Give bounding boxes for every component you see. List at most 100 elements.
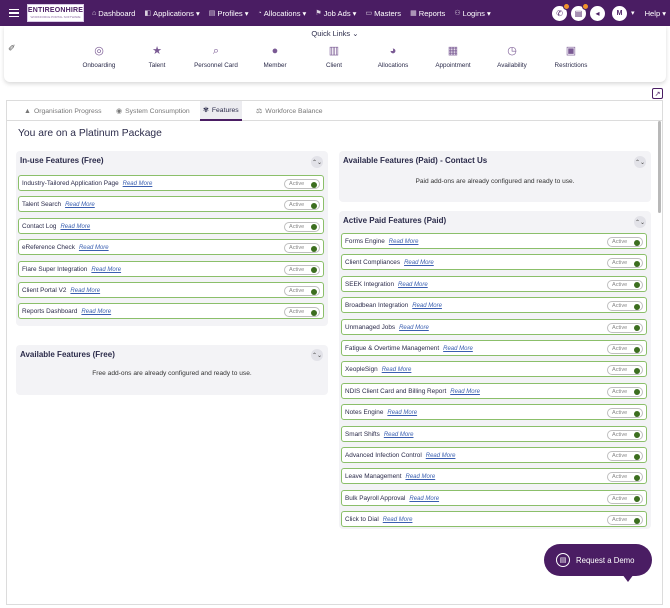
active-label: Active — [289, 266, 305, 273]
read-more-link[interactable]: Read More — [91, 267, 121, 273]
feature-name: Client Compliances — [345, 259, 401, 267]
read-more-link[interactable]: Read More — [443, 346, 473, 352]
read-more-link[interactable]: Read More — [387, 410, 417, 416]
external-link-icon[interactable]: ↗ — [652, 88, 663, 99]
nav-item-profiles[interactable]: ▤ Profiles ▾ — [209, 9, 249, 18]
active-toggle[interactable]: Active — [607, 301, 643, 312]
read-more-link[interactable]: Read More — [81, 309, 111, 315]
active-toggle[interactable]: Active — [607, 429, 643, 440]
available-free-card: Available Features (Free) ⌃⌄ Free add-on… — [16, 345, 328, 395]
feature-name: XeopleSign — [345, 366, 378, 374]
active-toggle[interactable]: Active — [284, 200, 320, 211]
feature-row: Reports Dashboard Read More Active — [18, 303, 324, 320]
quick-link-restrictions[interactable]: ▣ Restrictions — [536, 45, 606, 69]
feature-row: Client Portal V2 Read More Active — [18, 282, 324, 298]
read-more-link[interactable]: Read More — [398, 282, 428, 288]
read-more-link[interactable]: Read More — [399, 325, 429, 331]
read-more-link[interactable]: Read More — [389, 239, 419, 245]
read-more-link[interactable]: Read More — [383, 517, 413, 523]
nav-item-applications[interactable]: ◧ Applications ▾ — [144, 9, 199, 18]
quick-links-toggle[interactable]: Quick Links ⌄ — [4, 29, 666, 38]
nav-item-logins[interactable]: ⚇ Logins ▾ — [454, 9, 490, 18]
feature-name: Unmanaged Jobs — [345, 323, 396, 331]
read-more-link[interactable]: Read More — [123, 181, 153, 187]
feature-name: NDIS Client Card and Billing Report — [345, 387, 447, 395]
active-label: Active — [612, 453, 628, 459]
nav-item-allocations[interactable]: ◔ Allocations ▾ — [258, 9, 307, 18]
free-addons-note: Free add-ons are already configured and … — [92, 370, 252, 377]
page-title: You are on a Platinum Package — [18, 128, 162, 139]
feature-row: Bulk Payroll Approval Read More Active — [341, 489, 647, 506]
feature-row: Advanced Infection Control Read More Activ… — [341, 447, 647, 463]
read-more-link[interactable]: Read More — [404, 260, 434, 266]
active-toggle[interactable]: Active — [607, 451, 643, 461]
nav-item-reports[interactable]: ▦ Reports — [410, 9, 445, 18]
nav-item-job-ads[interactable]: ⚑ Job Ads ▾ — [315, 9, 356, 18]
active-toggle[interactable]: Active — [284, 243, 320, 254]
read-more-link[interactable]: Read More — [409, 496, 439, 502]
read-more-link[interactable]: Read More — [426, 453, 456, 459]
logo[interactable]: ENTIREONHIRE WORKFORCE PORTAL SOFTWARE — [27, 4, 84, 22]
feature-name: Talent Search — [22, 201, 62, 209]
tab-organisation-progress[interactable]: ▲ Organisation Progress — [21, 101, 105, 121]
request-demo-button[interactable]: ▤ Request a Demo — [544, 544, 652, 576]
active-label: Active — [612, 388, 628, 395]
tab-workforce-balance[interactable]: ⚖ Workforce Balance — [253, 101, 326, 121]
active-toggle[interactable]: Active — [607, 515, 643, 526]
scrollbar[interactable] — [658, 121, 661, 213]
read-more-link[interactable]: Read More — [406, 474, 436, 480]
active-toggle[interactable]: Active — [607, 365, 643, 376]
active-toggle[interactable]: Active — [607, 493, 643, 504]
feature-row: Flare Super Integration Read More Active — [18, 260, 324, 277]
tab-label: Features — [211, 106, 239, 114]
avatar[interactable]: M — [612, 5, 628, 21]
collapse-icon[interactable]: ⌃⌄ — [634, 156, 646, 168]
help-menu[interactable]: Help ▾ — [645, 9, 666, 18]
active-toggle[interactable]: Active — [284, 286, 320, 296]
clipboard-icon[interactable]: ▤ — [571, 2, 590, 21]
hamburger-menu-icon[interactable] — [3, 0, 25, 26]
phone-icon[interactable]: ✆ — [552, 2, 571, 21]
read-more-link[interactable]: Read More — [79, 245, 109, 251]
collapse-icon[interactable]: ⌃⌄ — [311, 156, 323, 168]
read-more-link[interactable]: Read More — [450, 389, 480, 395]
chevron-down-icon[interactable]: ▾ — [631, 9, 635, 17]
active-toggle[interactable]: Active — [607, 344, 643, 354]
active-toggle[interactable]: Active — [607, 386, 643, 397]
nav-item-dashboard[interactable]: ⌂ Dashboard — [92, 9, 135, 18]
chevron-down-icon: ▾ — [244, 8, 249, 18]
active-toggle[interactable]: Active — [607, 279, 643, 290]
toggle-knob — [311, 245, 317, 252]
toggle-knob — [634, 239, 640, 246]
quick-links-title: Quick Links — [311, 29, 351, 38]
active-label: Active — [289, 181, 305, 187]
active-toggle[interactable]: Active — [607, 258, 643, 269]
toggle-knob — [634, 346, 640, 353]
collapse-icon[interactable]: ⌃⌄ — [634, 216, 646, 228]
read-more-link[interactable]: Read More — [412, 303, 442, 309]
active-toggle[interactable]: Active — [284, 307, 320, 318]
collapse-icon[interactable]: ⌃⌄ — [311, 349, 323, 361]
active-toggle[interactable]: Active — [607, 472, 643, 483]
active-toggle[interactable]: Active — [284, 264, 320, 275]
pin-icon[interactable]: ✐ — [8, 43, 16, 54]
active-toggle[interactable]: Active — [284, 221, 320, 232]
read-more-link[interactable]: Read More — [70, 288, 100, 294]
megaphone-icon[interactable]: ◂ — [590, 5, 606, 21]
read-more-link[interactable]: Read More — [382, 367, 412, 373]
read-more-link[interactable]: Read More — [384, 432, 414, 438]
nav-item-masters[interactable]: ▭ Masters — [365, 9, 401, 18]
nav-item-label: Profiles — [217, 8, 243, 18]
active-toggle[interactable]: Active — [607, 237, 643, 247]
tab-system-consumption[interactable]: ◉ System Consumption — [113, 101, 193, 121]
active-toggle[interactable]: Active — [607, 408, 643, 419]
active-toggle[interactable]: Active — [284, 179, 320, 189]
tab-features[interactable]: ✾ Features — [200, 101, 242, 121]
feature-row: Contact Log Read More Active — [18, 217, 324, 234]
read-more-link[interactable]: Read More — [60, 224, 90, 230]
active-toggle[interactable]: Active — [607, 322, 643, 333]
read-more-link[interactable]: Read More — [65, 202, 95, 208]
feature-name: Smart Shifts — [345, 430, 380, 438]
profiles-icon: ▤ — [208, 10, 216, 17]
toggle-knob — [634, 453, 640, 460]
